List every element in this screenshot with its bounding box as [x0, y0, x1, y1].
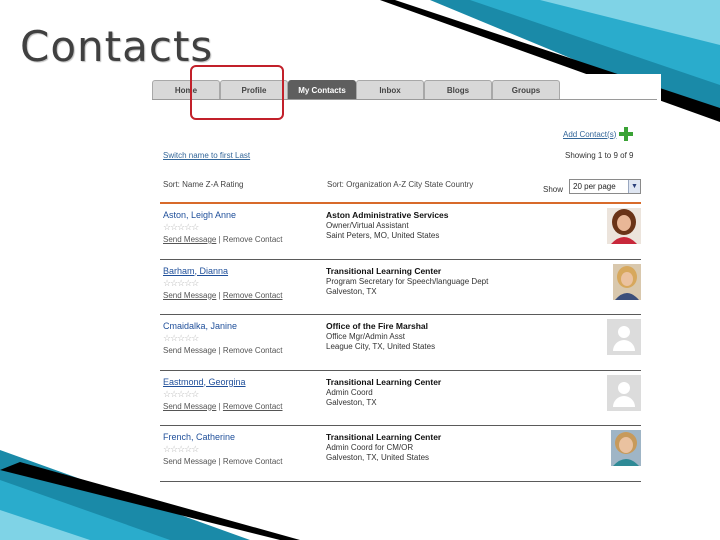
sort-name-options[interactable]: Sort: Name Z-A Rating: [163, 180, 243, 189]
avatar[interactable]: [611, 430, 641, 466]
rating-stars[interactable]: ☆☆☆☆☆: [163, 333, 199, 344]
contact-role: Office Mgr/Admin Asst: [326, 332, 405, 341]
contact-role: Owner/Virtual Assistant: [326, 221, 409, 230]
rating-stars[interactable]: ☆☆☆☆☆: [163, 444, 199, 455]
remove-contact-link[interactable]: Remove Contact: [223, 457, 283, 466]
rating-stars[interactable]: ☆☆☆☆☆: [163, 222, 199, 233]
contact-actions: Send Message | Remove Contact: [163, 402, 283, 411]
tab-inbox[interactable]: Inbox: [356, 80, 424, 100]
contact-location: Galveston, TX, United States: [326, 453, 430, 462]
contact-name-link[interactable]: Aston, Leigh Anne: [163, 210, 236, 220]
tab-groups[interactable]: Groups: [492, 80, 560, 100]
organization-name: Transitional Learning Center: [326, 432, 442, 442]
contact-row: Barham, Dianna ☆☆☆☆☆ Send Message | Remo…: [160, 260, 641, 315]
send-message-link[interactable]: Send Message: [163, 235, 216, 244]
add-contact-link[interactable]: Add Contact(s): [563, 127, 634, 141]
contact-role: Admin Coord: [326, 387, 373, 397]
contacts-screenshot: Home Profile My Contacts Inbox Blogs Gro…: [138, 65, 661, 486]
action-separator: |: [218, 290, 221, 300]
plus-icon[interactable]: [619, 127, 634, 141]
profile-highlight-box: [190, 65, 284, 120]
contact-location: Galveston, TX: [326, 286, 377, 296]
contact-location: League City, TX, United States: [326, 342, 436, 351]
rating-stars[interactable]: ☆☆☆☆☆: [163, 278, 199, 289]
action-separator: |: [218, 457, 221, 466]
action-separator: |: [218, 235, 221, 244]
send-message-link[interactable]: Send Message: [163, 346, 216, 355]
contact-name-link[interactable]: Barham, Dianna: [163, 266, 228, 276]
showing-count: Showing 1 to 9 of 9: [565, 151, 634, 160]
organization-name: Transitional Learning Center: [326, 376, 442, 387]
contact-location: Saint Peters, MO, United States: [326, 231, 440, 240]
contact-actions: Send Message | Remove Contact: [163, 457, 283, 466]
add-contact-label[interactable]: Add Contact(s): [563, 130, 616, 139]
contact-row: Eastmond, Georgina ☆☆☆☆☆ Send Message | …: [160, 371, 641, 426]
contact-role: Admin Coord for CM/OR: [326, 443, 414, 452]
contact-row: Aston, Leigh Anne ☆☆☆☆☆ Send Message | R…: [160, 204, 641, 260]
rating-stars[interactable]: ☆☆☆☆☆: [163, 389, 199, 400]
contact-list: Aston, Leigh Anne ☆☆☆☆☆ Send Message | R…: [160, 204, 641, 482]
contact-name-link[interactable]: Eastmond, Georgina: [163, 377, 246, 387]
remove-contact-link[interactable]: Remove Contact: [223, 235, 283, 244]
avatar[interactable]: [607, 208, 641, 244]
contact-actions: Send Message | Remove Contact: [163, 346, 283, 355]
remove-contact-link[interactable]: Remove Contact: [223, 291, 283, 300]
action-separator: |: [218, 346, 221, 355]
remove-contact-link[interactable]: Remove Contact: [223, 402, 283, 411]
avatar[interactable]: [613, 263, 641, 300]
organization-name: Transitional Learning Center: [326, 265, 442, 276]
contact-location: Galveston, TX: [326, 397, 377, 407]
contact-name-link[interactable]: French, Catherine: [163, 432, 235, 442]
contact-actions: Send Message | Remove Contact: [163, 235, 283, 244]
tab-my-contacts[interactable]: My Contacts: [288, 80, 356, 100]
slide-title: Contacts: [20, 22, 214, 71]
send-message-link[interactable]: Send Message: [163, 291, 216, 300]
contact-name-link[interactable]: Cmaidalka, Janine: [163, 321, 237, 331]
organization-name: Office of the Fire Marshal: [326, 321, 429, 331]
action-separator: |: [218, 401, 221, 411]
contact-actions: Send Message | Remove Contact: [163, 291, 283, 300]
sort-org-options[interactable]: Sort: Organization A-Z City State Countr…: [327, 180, 473, 189]
avatar-placeholder-icon[interactable]: [607, 374, 641, 411]
contact-role: Program Secretary for Speech/language De…: [326, 276, 489, 286]
send-message-link[interactable]: Send Message: [163, 457, 216, 466]
organization-name: Aston Administrative Services: [326, 210, 449, 220]
per-page-value: 20 per page: [573, 182, 616, 191]
show-label: Show: [543, 185, 564, 194]
per-page-select[interactable]: 20 per page ▼: [569, 179, 641, 194]
avatar-placeholder-icon[interactable]: [607, 319, 641, 355]
contact-row: French, Catherine ☆☆☆☆☆ Send Message | R…: [160, 426, 641, 482]
contact-row: Cmaidalka, Janine ☆☆☆☆☆ Send Message | R…: [160, 315, 641, 371]
switch-name-link[interactable]: Switch name to first Last: [163, 151, 250, 160]
send-message-link[interactable]: Send Message: [163, 402, 216, 411]
remove-contact-link[interactable]: Remove Contact: [223, 346, 283, 355]
tab-blogs[interactable]: Blogs: [424, 80, 492, 100]
chevron-down-icon[interactable]: ▼: [628, 180, 640, 193]
